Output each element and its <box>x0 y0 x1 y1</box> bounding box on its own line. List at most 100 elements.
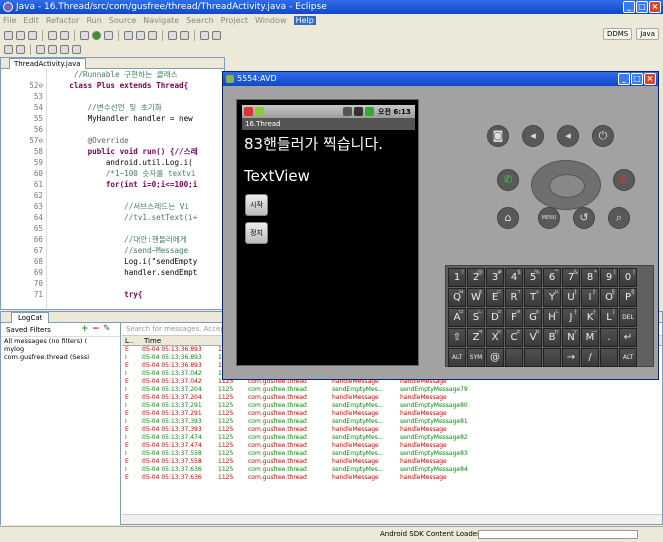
call-icon[interactable]: ✆ <box>497 169 519 191</box>
open-type-icon[interactable] <box>168 30 177 40</box>
keyboard-key[interactable]: ALT <box>619 348 637 367</box>
logcat-row[interactable]: I 05-04 05:13:37.393 1125 com.gusfree.threa… <box>122 418 662 426</box>
logcat-row[interactable]: E 05-04 05:13:37.393 1125 com.gusfree.threa… <box>122 426 662 434</box>
toggle-mark-icon[interactable] <box>4 44 13 54</box>
remove-filter-icon[interactable]: − <box>92 325 100 334</box>
keyboard-key[interactable]: 2 @ <box>467 268 485 287</box>
pin-icon[interactable] <box>212 30 221 40</box>
emulator-close-button[interactable]: × <box>644 73 656 85</box>
emulator-minimize-button[interactable]: _ <box>618 73 630 85</box>
keyboard-key[interactable]: Uㅕ <box>562 288 580 307</box>
menu-window[interactable]: Window <box>255 16 287 25</box>
keyboard-key[interactable]: 3 # <box>486 268 504 287</box>
menu-navigate[interactable]: Navigate <box>143 16 179 25</box>
keyboard-key[interactable]: Cㅊ <box>505 328 523 347</box>
filter-item-mylog[interactable]: mylog <box>1 345 120 353</box>
keyboard-key[interactable]: Pㅔ <box>619 288 637 307</box>
editor-tab[interactable]: ThreadActivity.java <box>9 58 86 69</box>
logcat-row[interactable]: I 05-04 05:13:37.291 1125 com.gusfree.threa… <box>122 402 662 410</box>
logcat-row[interactable]: E 05-04 05:13:37.204 1125 com.gusfree.threa… <box>122 394 662 402</box>
menu-run[interactable]: Run <box>86 16 101 25</box>
add-filter-icon[interactable]: + <box>81 325 89 334</box>
keyboard-key[interactable]: Eㄷ <box>486 288 504 307</box>
avd-manager-icon[interactable] <box>60 30 69 40</box>
forward-icon[interactable] <box>72 44 81 54</box>
next-annotation-icon[interactable] <box>36 44 45 54</box>
keyboard-key[interactable]: Qㅂ <box>448 288 466 307</box>
close-button[interactable]: × <box>649 1 661 13</box>
keyboard-key[interactable]: → <box>562 348 580 367</box>
keyboard-key[interactable]: Jㅓ <box>562 308 580 327</box>
keyboard-key[interactable] <box>505 348 523 367</box>
menu-refactor[interactable]: Refactor <box>46 16 80 25</box>
print-icon[interactable] <box>28 30 37 40</box>
logcat-row[interactable]: I 05-04 05:13:37.636 1125 com.gusfree.threa… <box>122 466 662 474</box>
keyboard-key[interactable]: 8 * <box>581 268 599 287</box>
logcat-row[interactable]: I 05-04 05:13:37.558 1125 com.gusfree.threa… <box>122 450 662 458</box>
android-sdk-icon[interactable] <box>48 30 57 40</box>
keyboard-key[interactable] <box>543 348 561 367</box>
dpad[interactable] <box>531 160 601 210</box>
debug-icon[interactable] <box>80 30 89 40</box>
keyboard-key[interactable]: Gㅎ <box>524 308 542 327</box>
save-icon[interactable] <box>16 30 25 40</box>
keyboard-key[interactable]: Xㅌ <box>486 328 504 347</box>
logcat-tab[interactable]: LogCat <box>11 312 50 323</box>
keyboard-key[interactable]: Iㅑ <box>581 288 599 307</box>
menu-source[interactable]: Source <box>109 16 136 25</box>
back-icon[interactable]: ↺ <box>573 207 595 229</box>
keyboard-key[interactable]: Wㅈ <box>467 288 485 307</box>
emulator-maximize-button[interactable]: □ <box>631 73 643 85</box>
logcat-row[interactable]: I 05-04 05:13:37.204 1125 com.gusfree.threa… <box>122 386 662 394</box>
keyboard-key[interactable]: 0) <box>619 268 637 287</box>
power-icon[interactable]: ⏻ <box>592 125 614 147</box>
filter-item-all[interactable]: All messages (no filters) ( <box>1 337 120 345</box>
keyboard-key[interactable]: ALT <box>448 348 466 367</box>
filter-item-session[interactable]: com.gusfree.thread (Sessi <box>1 353 120 361</box>
dpad-center[interactable] <box>549 174 585 198</box>
start-button[interactable]: 시작 <box>245 194 268 216</box>
logcat-row[interactable]: E 05-04 05:13:37.558 1125 com.gusfree.threa… <box>122 458 662 466</box>
search-icon[interactable]: ⌕ <box>608 207 630 229</box>
keyboard-key[interactable]: Dㅇ <box>486 308 504 327</box>
search-icon[interactable] <box>180 30 189 40</box>
keyboard-key[interactable]: 1! <box>448 268 466 287</box>
keyboard-key[interactable]: Oㅐ <box>600 288 618 307</box>
keyboard-key[interactable]: Kㅏ <box>581 308 599 327</box>
keyboard-key[interactable]: 6 ^ <box>543 268 561 287</box>
keyboard-key[interactable]: Zㅋ <box>467 328 485 347</box>
perspective-java[interactable]: Java <box>636 28 659 40</box>
keyboard-key[interactable]: SYM <box>467 348 485 367</box>
code-editor[interactable]: ThreadActivity.java //Runnable 구현하는 클래스 … <box>0 57 225 310</box>
menu-file[interactable]: File <box>3 16 16 25</box>
run-icon[interactable] <box>92 30 101 40</box>
new-java-project-icon[interactable] <box>124 30 133 40</box>
keyboard-key[interactable]: DEL <box>619 308 637 327</box>
keyboard-key[interactable]: Bㅠ <box>543 328 561 347</box>
camera-icon[interactable]: ◙ <box>487 125 509 147</box>
column-time[interactable]: Time <box>144 336 161 346</box>
volume-up-icon[interactable]: ◂ <box>557 125 579 147</box>
keyboard-key[interactable]: 7 & <box>562 268 580 287</box>
keyboard-key[interactable]: 5% <box>524 268 542 287</box>
volume-down-icon[interactable]: ◂ <box>522 125 544 147</box>
maximize-button[interactable]: □ <box>636 1 648 13</box>
menu-search[interactable]: Search <box>186 16 213 25</box>
menu-project[interactable]: Project <box>221 16 248 25</box>
column-level[interactable]: L.. <box>125 336 133 346</box>
toggle-breadcrumb-icon[interactable] <box>16 44 25 54</box>
home-icon[interactable]: ⌂ <box>497 207 519 229</box>
keyboard-key[interactable]: Lㅣ <box>600 308 618 327</box>
keyboard-key[interactable]: Tㅅ <box>524 288 542 307</box>
keyboard-key[interactable] <box>524 348 542 367</box>
keyboard-key[interactable]: Sㄴ <box>467 308 485 327</box>
keyboard-key[interactable]: 9( <box>600 268 618 287</box>
keyboard-key[interactable]: / <box>581 348 599 367</box>
external-tools-icon[interactable] <box>104 30 113 40</box>
back-icon[interactable] <box>60 44 69 54</box>
code-area[interactable]: //Runnable 구현하는 클래스 52⊖ class Plus exten… <box>1 69 224 300</box>
logcat-row[interactable]: E 05-04 05:13:37.474 1125 com.gusfree.threa… <box>122 442 662 450</box>
new-class-icon[interactable] <box>148 30 157 40</box>
menu-edit[interactable]: Edit <box>23 16 39 25</box>
keyboard-key[interactable]: Fㄹ <box>505 308 523 327</box>
